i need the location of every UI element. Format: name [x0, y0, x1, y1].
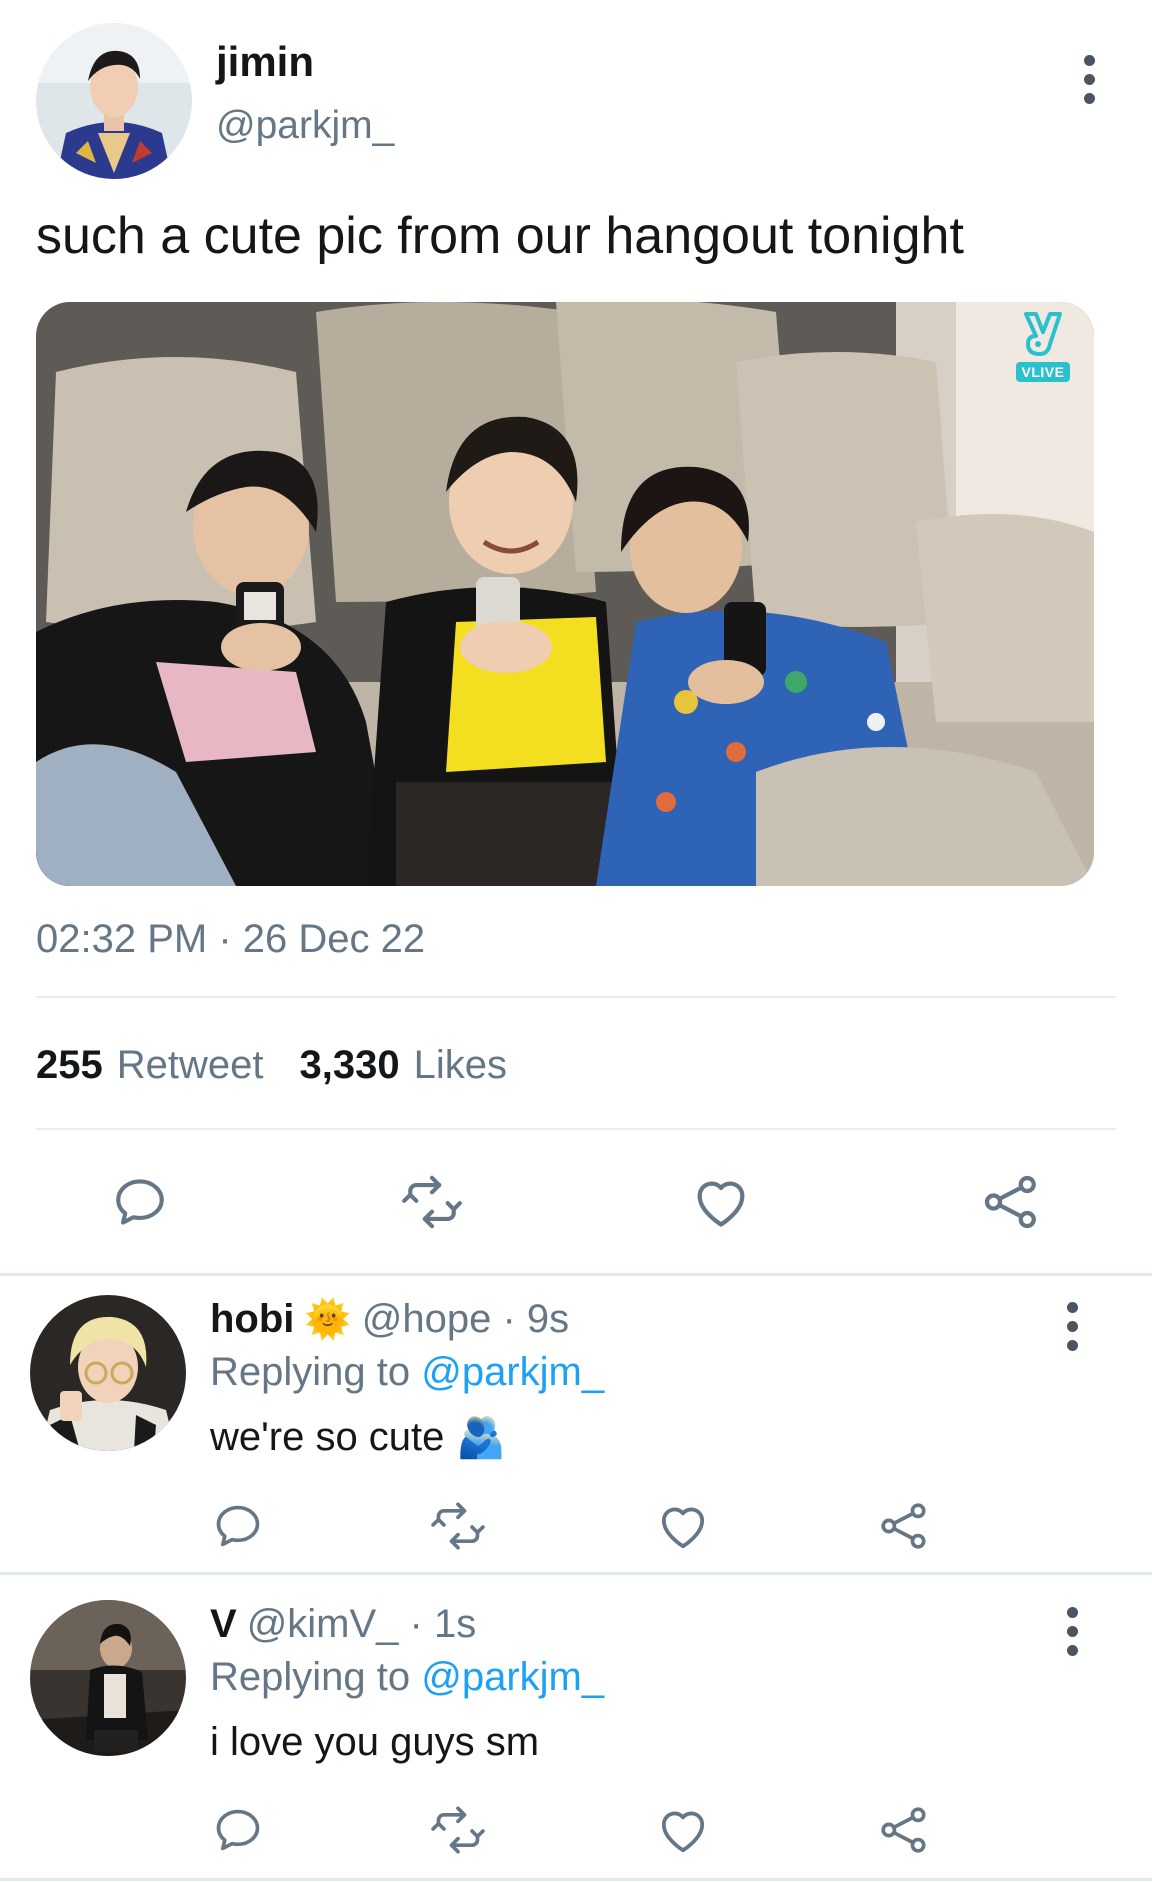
retweet-stat[interactable]: 255 Retweet — [36, 1043, 264, 1088]
share-icon — [984, 1175, 1036, 1229]
retweet-icon — [402, 1175, 462, 1229]
divider — [36, 996, 1116, 998]
reply-author-name[interactable]: hobi — [210, 1297, 294, 1342]
heart-icon — [661, 1507, 705, 1549]
reply-text: i love you guys sm — [210, 1720, 540, 1764]
replying-prefix: Replying to — [210, 1655, 411, 1699]
more-options-icon[interactable] — [1065, 1302, 1079, 1351]
heart-icon — [697, 1181, 745, 1227]
reply-text-row: we're so cute 🫂 — [210, 1414, 506, 1461]
replying-to-link[interactable]: @parkjm_ — [421, 1655, 604, 1699]
tweet-stats: 255 Retweet 3,330 Likes — [36, 1043, 507, 1088]
hug-emoji: 🫂 — [456, 1416, 507, 1460]
like-button[interactable] — [690, 1172, 752, 1232]
divider — [0, 1878, 1152, 1881]
reply-avatar[interactable] — [30, 1295, 186, 1451]
reply-handle-time[interactable]: @hope · 9s — [362, 1297, 569, 1342]
like-button[interactable] — [655, 1802, 711, 1858]
retweet-button[interactable] — [428, 1802, 488, 1858]
share-button[interactable] — [980, 1172, 1042, 1232]
vlive-logo-icon — [1024, 312, 1062, 356]
share-button[interactable] — [876, 1802, 932, 1858]
vlive-badge: VLIVE — [1010, 310, 1076, 382]
like-label: Likes — [413, 1043, 507, 1087]
reply-text: we're so cute — [210, 1415, 445, 1459]
reply-handle-time[interactable]: @kimV_ · 1s — [247, 1602, 477, 1647]
speech-bubble-icon — [216, 1809, 260, 1851]
divider — [0, 1273, 1152, 1276]
replying-to-link[interactable]: @parkjm_ — [421, 1350, 604, 1394]
reply-button[interactable] — [210, 1498, 266, 1554]
reply-button[interactable] — [210, 1802, 266, 1858]
retweet-label: Retweet — [116, 1043, 264, 1087]
replying-to: Replying to @parkjm_ — [210, 1350, 604, 1395]
divider — [0, 1572, 1152, 1575]
reply-author-name[interactable]: V — [210, 1602, 237, 1647]
retweet-icon — [431, 1806, 485, 1854]
tweet-timestamp: 02:32 PM · 26 Dec 22 — [36, 917, 426, 961]
reply-header: V @kimV_ · 1s — [210, 1602, 476, 1647]
like-count: 3,330 — [299, 1043, 400, 1087]
retweet-icon — [431, 1502, 485, 1550]
heart-icon — [661, 1811, 705, 1853]
replying-prefix: Replying to — [210, 1350, 411, 1394]
sun-emoji: 🌞 — [304, 1298, 352, 1341]
speech-bubble-icon — [116, 1179, 164, 1225]
replying-to: Replying to @parkjm_ — [210, 1655, 604, 1700]
share-button[interactable] — [876, 1498, 932, 1554]
more-options-icon[interactable] — [1082, 55, 1096, 104]
author-handle[interactable]: @parkjm_ — [216, 104, 394, 148]
reply-button[interactable] — [110, 1172, 170, 1232]
share-icon — [881, 1503, 926, 1549]
author-name[interactable]: jimin — [216, 38, 314, 86]
retweet-button[interactable] — [428, 1498, 488, 1554]
share-icon — [881, 1807, 926, 1853]
more-options-icon[interactable] — [1065, 1607, 1079, 1656]
tweet-photo[interactable]: VLIVE — [36, 302, 1094, 886]
divider — [36, 1128, 1116, 1130]
reply-header: hobi 🌞 @hope · 9s — [210, 1297, 569, 1342]
like-stat[interactable]: 3,330 Likes — [300, 1043, 508, 1088]
like-button[interactable] — [655, 1498, 711, 1554]
tweet-text: such a cute pic from our hangout tonight — [36, 207, 964, 265]
speech-bubble-icon — [216, 1505, 260, 1547]
author-avatar[interactable] — [36, 23, 192, 179]
retweet-count: 255 — [36, 1043, 103, 1087]
vlive-label: VLIVE — [1015, 362, 1071, 382]
retweet-button[interactable] — [398, 1172, 466, 1232]
reply-avatar[interactable] — [30, 1600, 186, 1756]
